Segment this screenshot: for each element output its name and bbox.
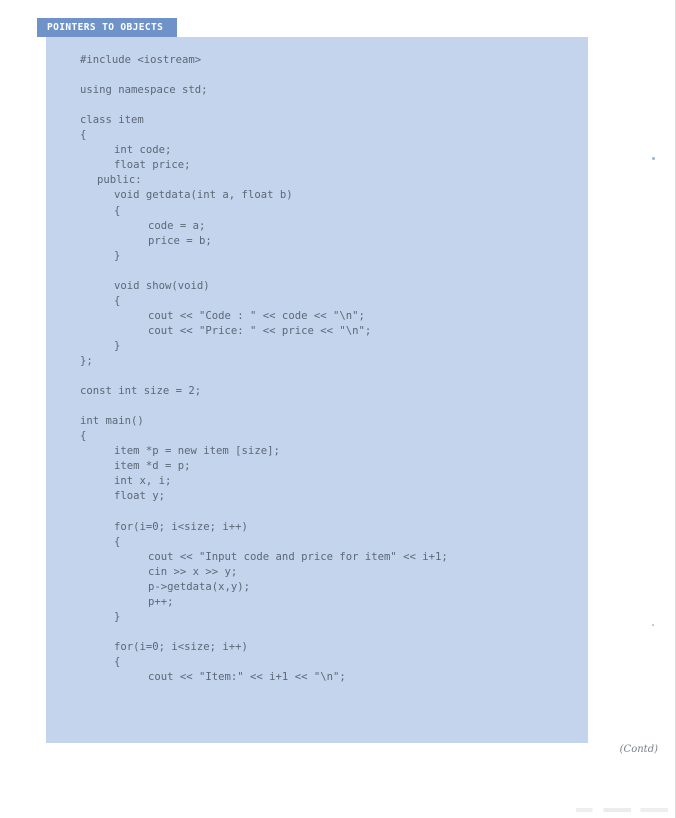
code-line: int x, i; (114, 475, 172, 488)
code-line: float y; (114, 490, 166, 503)
code-line: for(i=0; i<size; i++) (114, 520, 248, 533)
code-line: public: (97, 174, 142, 187)
code-line: cout << "Item:" << i+1 << "\n"; (148, 671, 346, 684)
code-line: } (114, 339, 121, 352)
code-line: class item (80, 114, 144, 127)
code-line: }; (80, 355, 93, 367)
code-line: { (114, 204, 121, 217)
code-line: } (114, 610, 121, 623)
code-line: p->getdata(x,y); (148, 580, 251, 593)
code-line: for(i=0; i<size; i++) (114, 640, 248, 653)
continued-label: (Contd) (619, 744, 658, 755)
code-line: { (114, 656, 121, 668)
faint-footer-mark (576, 808, 668, 812)
code-line: { (114, 294, 121, 307)
code-line: cout << "Input code and price for item" … (148, 550, 448, 563)
code-line: { (80, 430, 87, 443)
code-line: using namespace std; (80, 84, 208, 97)
code-line: { (114, 535, 121, 548)
code-line: cout << "Price: " << price << "\n"; (148, 324, 372, 337)
margin-dot (652, 157, 655, 160)
code-line: void show(void) (114, 279, 210, 292)
code-line: p++; (148, 595, 174, 608)
code-line: int code; (114, 144, 172, 157)
code-line: #include <iostream> (80, 54, 202, 66)
code-line: cout << "Code : " << code << "\n"; (148, 309, 365, 322)
code-line: const int size = 2; (80, 385, 202, 398)
code-line: void getdata(int a, float b) (114, 189, 293, 202)
code-line: item *p = new item [size]; (114, 445, 280, 458)
code-line: code = a; (148, 219, 206, 232)
code-line: { (80, 129, 87, 142)
section-header: POINTERS TO OBJECTS (37, 18, 178, 37)
code-listing-panel: #include <iostream> using namespace std; c… (46, 37, 588, 743)
code-line: cin >> x >> y; (148, 565, 238, 578)
code-line: int main() (80, 415, 144, 428)
code-line: } (114, 249, 121, 262)
code-line: float price; (114, 159, 191, 172)
code-line: price = b; (148, 234, 212, 247)
code-line: item *d = p; (114, 460, 191, 473)
margin-dot (652, 624, 654, 626)
